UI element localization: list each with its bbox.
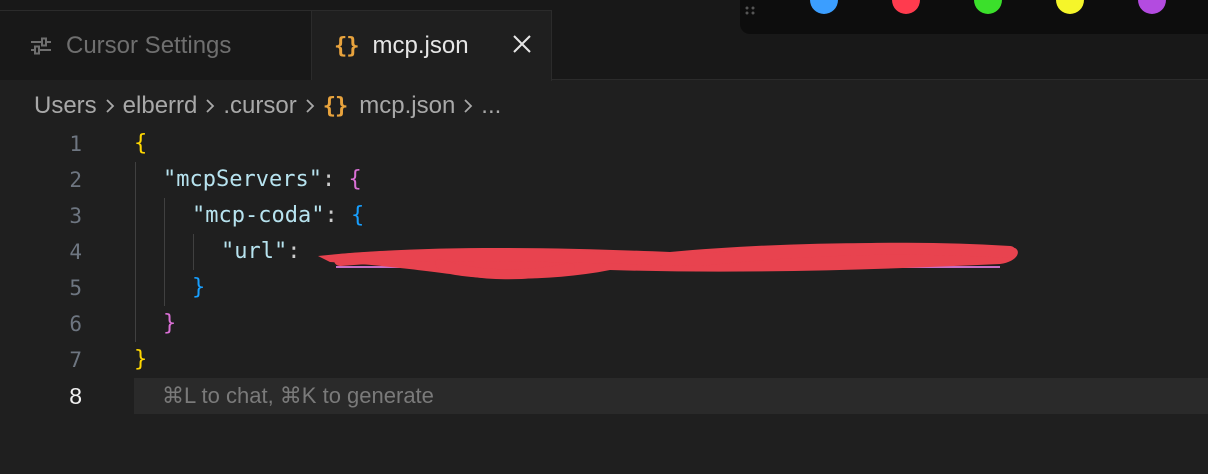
color-swatch-green[interactable] (974, 0, 1002, 14)
code-text: } (134, 347, 148, 372)
breadcrumb: Users elberrd .cursor {} mcp.json ... (34, 88, 501, 124)
line-number: 7 (69, 348, 82, 372)
json-braces-icon: {} (334, 33, 359, 59)
breadcrumb-item-users[interactable]: Users (34, 92, 97, 120)
json-braces-icon: {} (322, 93, 348, 119)
line-number: 4 (69, 240, 82, 264)
line-number: 3 (69, 204, 82, 228)
code-line: 7 } (0, 342, 1208, 378)
code-line: 3 "mcp-coda": { (0, 198, 1208, 234)
json-colon: : (324, 203, 351, 228)
json-key: "mcpServers" (163, 167, 322, 192)
line-number: 5 (69, 276, 82, 300)
json-key: "url" (221, 239, 288, 264)
chevron-right-icon (97, 97, 123, 115)
inline-hint-row[interactable]: ⌘L to chat, ⌘K to generate (134, 378, 1208, 414)
tab-label: Cursor Settings (66, 31, 232, 59)
line-number: 6 (69, 312, 82, 336)
sliders-icon (30, 36, 52, 56)
breadcrumb-item-more[interactable]: ... (481, 92, 501, 120)
color-picker-toolbar (740, 0, 1208, 34)
code-line: 1 { (0, 126, 1208, 162)
line-number: 1 (69, 132, 82, 156)
color-swatch-yellow[interactable] (1056, 0, 1084, 14)
json-brace: { (350, 203, 365, 228)
code-text: } (192, 275, 206, 300)
color-swatch-blue[interactable] (810, 0, 838, 14)
breadcrumb-item-cursor[interactable]: .cursor (223, 92, 296, 120)
code-text: "mcpServers": { (163, 162, 362, 198)
tab-label: mcp.json (372, 32, 469, 59)
json-colon: : (321, 167, 349, 192)
color-swatch-purple[interactable] (1138, 0, 1166, 14)
chevron-right-icon (455, 97, 481, 115)
drag-handle-icon[interactable] (744, 2, 758, 15)
code-text: "mcp-coda": { (192, 198, 364, 234)
chevron-right-icon (197, 97, 223, 115)
breadcrumb-item-elberrd[interactable]: elberrd (123, 92, 198, 120)
line-number-current: 8 (69, 383, 82, 409)
line-number: 2 (69, 168, 82, 192)
code-text: { (134, 131, 148, 156)
json-key: "mcp-coda" (192, 203, 325, 228)
code-line: 6 } (0, 306, 1208, 342)
code-text: } (163, 311, 177, 336)
code-editor[interactable]: 1 { 2 "mcpServers": { 3 "mcp-coda": { 4 … (0, 126, 1208, 474)
breadcrumb-item-file[interactable]: mcp.json (359, 92, 455, 120)
code-text: "url": (221, 234, 314, 270)
redaction-scribble (318, 242, 1018, 280)
chevron-right-icon (297, 97, 323, 115)
close-icon[interactable] (511, 33, 533, 55)
tab-mcp-json[interactable]: {} mcp.json (312, 10, 552, 81)
json-brace: { (348, 167, 362, 192)
code-line: 2 "mcpServers": { (0, 162, 1208, 198)
color-swatch-red[interactable] (892, 0, 920, 14)
tab-cursor-settings[interactable]: Cursor Settings (0, 10, 312, 80)
chat-hint: ⌘L to chat, ⌘K to generate (162, 383, 434, 408)
